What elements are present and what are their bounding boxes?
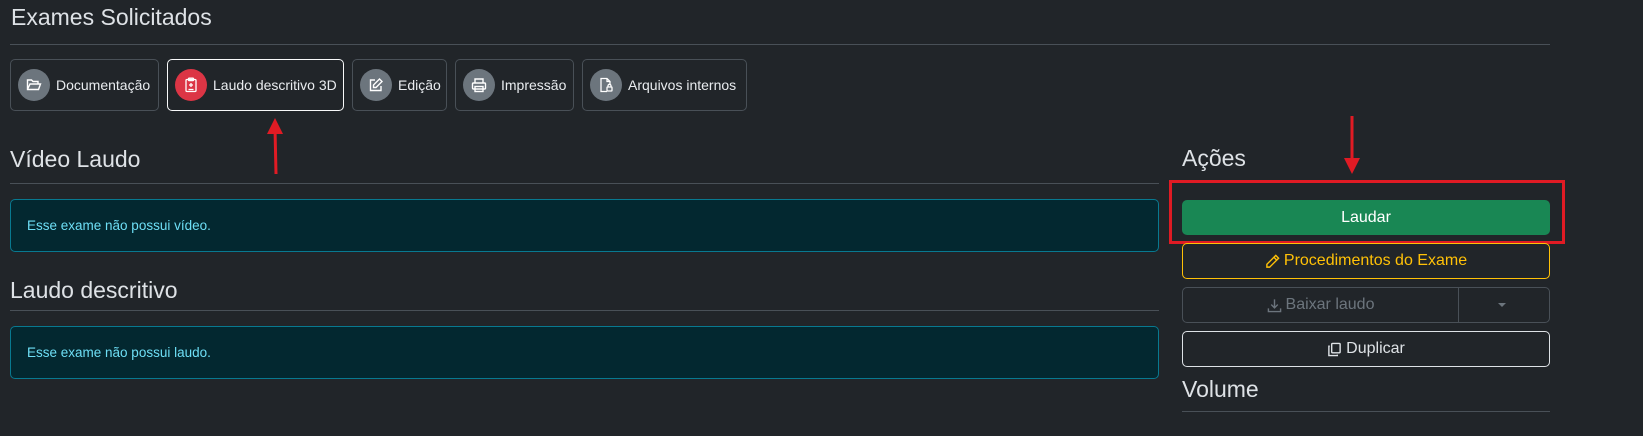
video-section-title: Vídeo Laudo	[10, 146, 141, 172]
folder-open-icon	[18, 69, 50, 101]
laudo-section-title: Laudo descritivo	[10, 277, 178, 303]
duplicar-label: Duplicar	[1346, 340, 1405, 357]
printer-icon	[463, 69, 495, 101]
tab-label: Impressão	[501, 77, 567, 93]
laudo-alert: Esse exame não possui laudo.	[10, 326, 1159, 379]
tab-laudo-descritivo-3d[interactable]: Laudo descritivo 3D	[167, 59, 344, 111]
download-icon	[1267, 298, 1281, 312]
caret-down-icon	[1498, 303, 1506, 307]
tab-label: Documentação	[56, 77, 151, 93]
video-alert: Esse exame não possui vídeo.	[10, 199, 1159, 252]
pencil-icon	[1266, 253, 1280, 268]
tab-arquivos-internos[interactable]: Arquivos internos	[582, 59, 747, 111]
tab-edicao[interactable]: Edição	[352, 59, 447, 111]
procedimentos-label: Procedimentos do Exame	[1283, 252, 1468, 269]
annotation-arrow-down	[1344, 116, 1360, 174]
volume-title: Volume	[1182, 376, 1259, 402]
tab-label: Arquivos internos	[628, 77, 737, 93]
tab-impressao[interactable]: Impressão	[455, 59, 574, 111]
procedimentos-button[interactable]: Procedimentos do Exame	[1182, 243, 1550, 279]
baixar-laudo-label: Baixar laudo	[1285, 296, 1375, 313]
laudo-divider	[10, 310, 1159, 311]
annotation-highlight-box	[1169, 180, 1565, 244]
tab-documentacao[interactable]: Documentação	[10, 59, 159, 111]
actions-title: Ações	[1182, 145, 1246, 171]
title-divider	[10, 44, 1550, 45]
page-title: Exames Solicitados	[11, 4, 212, 30]
baixar-laudo-dropdown-toggle[interactable]	[1458, 287, 1550, 323]
baixar-laudo-button[interactable]: Baixar laudo	[1182, 287, 1459, 323]
tab-label: Edição	[398, 77, 441, 93]
edit-icon	[360, 69, 392, 101]
duplicar-button[interactable]: Duplicar	[1182, 331, 1550, 367]
copy-icon	[1328, 342, 1341, 356]
volume-divider	[1182, 411, 1550, 412]
tab-label: Laudo descritivo 3D	[213, 77, 337, 93]
video-divider	[10, 183, 1159, 184]
clipboard-medical-icon	[175, 69, 207, 101]
annotation-arrow-up	[267, 118, 283, 175]
file-lock-icon	[590, 69, 622, 101]
